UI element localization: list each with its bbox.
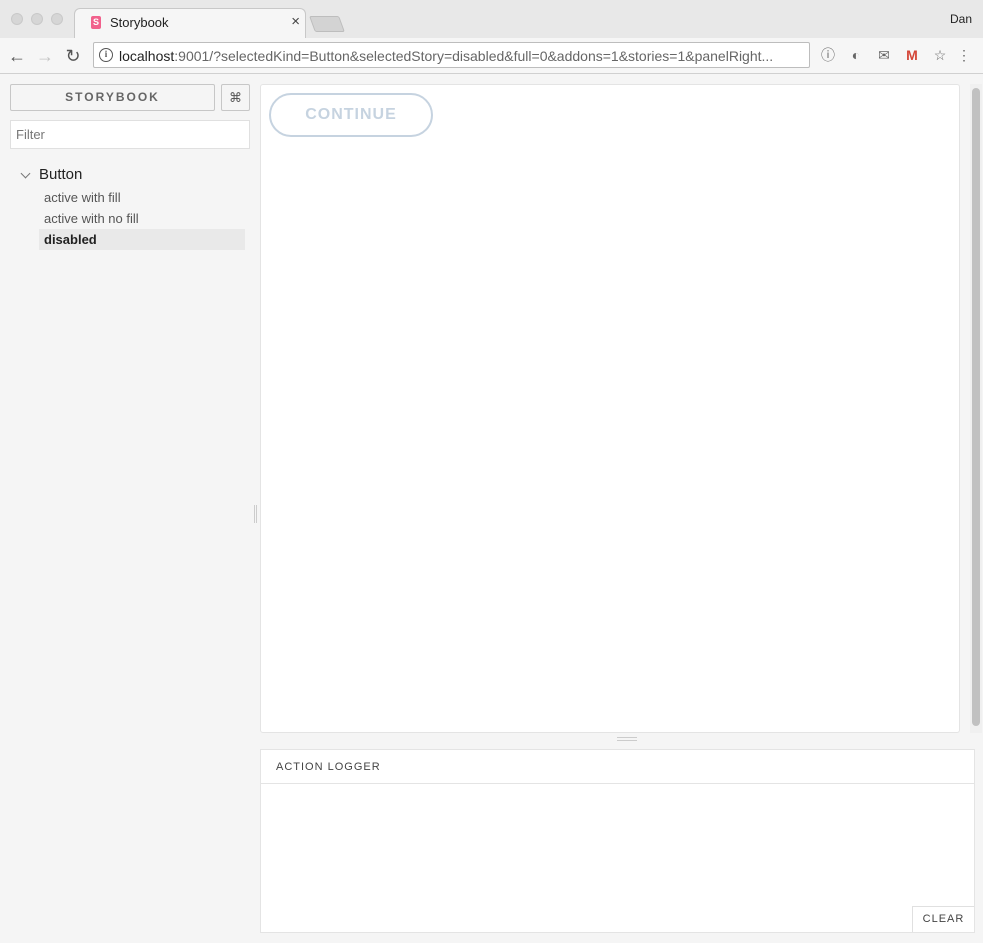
address-bar[interactable]: i localhost:9001/?selectedKind=Button&se… bbox=[93, 42, 810, 68]
logger-title[interactable]: ACTION LOGGER bbox=[276, 761, 381, 773]
bookmark-star-icon[interactable]: ☆ bbox=[932, 47, 948, 63]
extension-info-icon[interactable]: ⓘ bbox=[820, 47, 836, 63]
site-info-icon[interactable]: i bbox=[99, 48, 113, 62]
browser-tab-content[interactable]: S Storybook × bbox=[86, 8, 306, 38]
kind-label[interactable]: Button bbox=[39, 166, 82, 183]
story-preview: CONTINUE bbox=[260, 84, 960, 733]
minimize-window-button[interactable] bbox=[31, 13, 43, 25]
horizontal-resize-handle[interactable] bbox=[617, 737, 637, 741]
storybook-title-button[interactable]: STORYBOOK bbox=[10, 84, 215, 111]
back-arrow-icon[interactable]: ← bbox=[6, 45, 28, 67]
shortcuts-button[interactable]: ⌘ bbox=[221, 84, 250, 111]
profile-name[interactable]: Dan bbox=[950, 12, 972, 26]
continue-button-disabled: CONTINUE bbox=[269, 93, 433, 137]
reload-icon[interactable]: ↻ bbox=[62, 45, 84, 67]
vertical-resize-handle[interactable] bbox=[254, 505, 257, 523]
url-text[interactable]: localhost:9001/?selectedKind=Button&sele… bbox=[119, 48, 773, 64]
storybook-favicon-icon: S bbox=[91, 16, 101, 29]
extension-contrast-icon[interactable]: ◐ bbox=[848, 47, 864, 63]
action-logger-panel: ACTION LOGGER CLEAR bbox=[260, 749, 975, 933]
browser-toolbar: ← → ↻ i localhost:9001/?selectedKind=But… bbox=[0, 38, 983, 74]
url-path: :9001/?selectedKind=Button&selectedStory… bbox=[174, 48, 774, 64]
scrollbar-thumb[interactable] bbox=[972, 88, 980, 726]
new-tab-button[interactable] bbox=[309, 16, 345, 32]
preview-scrollbar[interactable] bbox=[970, 84, 982, 733]
clear-button[interactable]: CLEAR bbox=[912, 906, 974, 932]
story-item[interactable]: active with fill bbox=[39, 187, 245, 208]
browser-tab-bar: S Storybook × Dan bbox=[0, 0, 983, 39]
forward-arrow-icon[interactable]: → bbox=[34, 45, 56, 67]
url-host: localhost bbox=[119, 48, 175, 64]
maximize-window-button[interactable] bbox=[51, 13, 63, 25]
gmail-icon[interactable]: M bbox=[904, 47, 920, 63]
close-window-button[interactable] bbox=[11, 13, 23, 25]
filter-input[interactable] bbox=[10, 120, 250, 149]
story-item-selected[interactable]: disabled bbox=[39, 229, 245, 250]
extension-mail-icon[interactable]: ✉ bbox=[876, 47, 892, 63]
tab-title: Storybook bbox=[110, 15, 169, 30]
close-tab-icon[interactable]: × bbox=[291, 13, 300, 31]
chevron-down-icon[interactable] bbox=[20, 168, 31, 179]
logger-header: ACTION LOGGER bbox=[261, 750, 974, 784]
browser-menu-icon[interactable]: ⋮ bbox=[956, 47, 972, 63]
story-item[interactable]: active with no fill bbox=[39, 208, 245, 229]
